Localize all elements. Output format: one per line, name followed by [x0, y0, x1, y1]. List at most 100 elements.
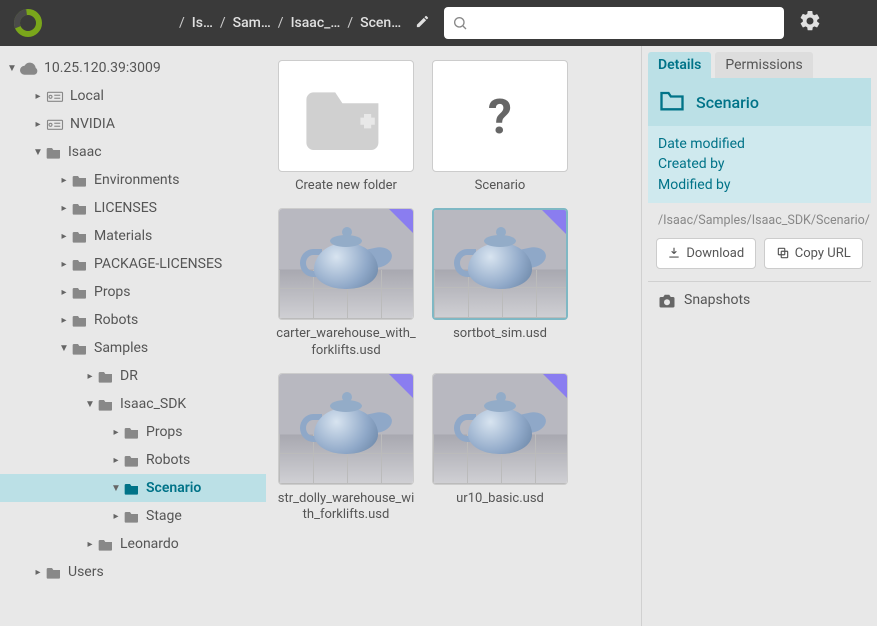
tree-item[interactable]: ▸ Robots: [0, 306, 266, 334]
details-tabs: Details Permissions: [648, 52, 871, 78]
grid-item[interactable]: Create new folder: [276, 60, 416, 194]
tab-details[interactable]: Details: [648, 52, 711, 78]
chevron-right-icon: ▸: [110, 511, 122, 522]
tree-item[interactable]: ▸Local: [0, 82, 266, 110]
details-title: Scenario: [696, 93, 759, 112]
teapot-thumbnail-icon: [300, 225, 392, 303]
chevron-right-icon: ▸: [58, 259, 70, 270]
thumbnail[interactable]: [432, 373, 568, 485]
details-meta: Date modified Created by Modified by: [648, 126, 871, 203]
tree-item[interactable]: ▸Users: [0, 558, 266, 586]
meta-created-by: Created by: [658, 154, 861, 174]
breadcrumb-item[interactable]: Is…: [192, 15, 213, 31]
tree-label: Stage: [146, 508, 258, 524]
drive-icon: [46, 117, 64, 131]
chevron-down-icon: ▼: [110, 483, 122, 494]
download-button[interactable]: Download: [656, 238, 756, 269]
gear-icon[interactable]: [798, 9, 822, 37]
thumbnail[interactable]: [278, 208, 414, 320]
folder-icon: [72, 341, 88, 355]
breadcrumb-item[interactable]: Sam…: [233, 15, 271, 31]
grid-item-label: sortbot_sim.usd: [453, 326, 547, 342]
folder-icon: [72, 313, 88, 327]
tree-label: PACKAGE-LICENSES: [94, 256, 258, 272]
folder-icon: [124, 425, 140, 439]
tree-label: Samples: [94, 340, 258, 356]
search-input[interactable]: [474, 15, 776, 31]
cloud-icon: [20, 61, 38, 75]
tree-item[interactable]: ▸Materials: [0, 222, 266, 250]
pencil-icon[interactable]: [415, 14, 430, 33]
breadcrumb-item[interactable]: Scen…: [360, 15, 401, 31]
details-actions: Download Copy URL: [648, 238, 871, 281]
search-box[interactable]: [444, 7, 784, 39]
folder-icon: [72, 285, 88, 299]
copy-url-button[interactable]: Copy URL: [764, 238, 864, 269]
snapshots-section[interactable]: Snapshots: [648, 281, 871, 318]
chevron-right-icon: ▸: [32, 91, 44, 102]
chevron-right-icon: ▸: [84, 371, 96, 382]
grid-item[interactable]: ? Scenario: [430, 60, 570, 194]
details-panel: Details Permissions Scenario Date modifi…: [641, 46, 877, 626]
tree-item[interactable]: ▸DR: [0, 362, 266, 390]
grid-item[interactable]: str_dolly_warehouse_with_forklifts.usd: [276, 373, 416, 524]
folder-icon: [72, 257, 88, 271]
grid-item[interactable]: sortbot_sim.usd: [430, 208, 570, 359]
tree-item[interactable]: ▼ Isaac: [0, 138, 266, 166]
tree-root[interactable]: ▼ 10.25.120.39:3009: [0, 54, 266, 82]
meta-modified-by: Modified by: [658, 175, 861, 195]
details-header: Scenario: [648, 78, 871, 126]
tree-label: Leonardo: [120, 536, 258, 552]
tree-item[interactable]: ▸Environments: [0, 166, 266, 194]
tree-item[interactable]: ▼Scenario: [0, 474, 266, 502]
thumbnail[interactable]: [278, 60, 414, 172]
tree-item[interactable]: ▸Props: [0, 278, 266, 306]
tree-item[interactable]: ▸Leonardo: [0, 530, 266, 558]
meta-date-modified: Date modified: [658, 134, 861, 154]
chevron-down-icon: ▼: [32, 147, 44, 158]
tree-item[interactable]: ▼Isaac_SDK: [0, 390, 266, 418]
folder-icon: [72, 173, 88, 187]
tree-item[interactable]: ▸ Stage: [0, 502, 266, 530]
new-folder-icon: [301, 78, 391, 154]
search-icon: [452, 15, 468, 31]
snapshots-label: Snapshots: [684, 292, 750, 308]
tree-label: Isaac: [68, 144, 258, 160]
thumbnail[interactable]: [432, 208, 568, 320]
folder-icon: [658, 88, 686, 116]
tree-label: Robots: [146, 452, 258, 468]
tree-item[interactable]: ▸Robots: [0, 446, 266, 474]
grid-item-label: carter_warehouse_with_forklifts.usd: [276, 326, 416, 359]
folder-icon: [98, 397, 114, 411]
teapot-thumbnail-icon: [300, 390, 392, 468]
download-icon: [667, 246, 681, 260]
copy-icon: [776, 246, 790, 260]
drive-icon: [46, 89, 64, 103]
tree-label: 10.25.120.39:3009: [44, 60, 258, 76]
folder-icon: [46, 145, 62, 159]
tree-label: Robots: [94, 312, 258, 328]
teapot-thumbnail-icon: [454, 390, 546, 468]
tree-item[interactable]: ▸Props: [0, 418, 266, 446]
folder-icon: [72, 201, 88, 215]
tree-label: Isaac_SDK: [120, 396, 258, 412]
grid-item[interactable]: carter_warehouse_with_forklifts.usd: [276, 208, 416, 359]
tab-permissions[interactable]: Permissions: [715, 52, 812, 78]
chevron-right-icon: ▸: [58, 175, 70, 186]
tree-label: Props: [146, 424, 258, 440]
tree-item[interactable]: ▸ PACKAGE-LICENSES: [0, 250, 266, 278]
tree-item[interactable]: ▼Samples: [0, 334, 266, 362]
chevron-down-icon: ▼: [6, 63, 18, 74]
thumbnail[interactable]: [278, 373, 414, 485]
folder-icon: [124, 481, 140, 495]
thumbnail[interactable]: ?: [432, 60, 568, 172]
tree-item[interactable]: ▸NVIDIA: [0, 110, 266, 138]
grid-item-label: Scenario: [475, 178, 526, 194]
tree-item[interactable]: ▸LICENSES: [0, 194, 266, 222]
chevron-right-icon: ▸: [58, 315, 70, 326]
tree-label: Users: [68, 564, 258, 580]
tree-sidebar: ▼ 10.25.120.39:3009 ▸Local▸NVIDIA ▼ Isaac ▸…: [0, 46, 266, 626]
tree-label: LICENSES: [94, 200, 258, 216]
grid-item[interactable]: ur10_basic.usd: [430, 373, 570, 524]
breadcrumb-item[interactable]: Isaac_…: [291, 15, 341, 31]
